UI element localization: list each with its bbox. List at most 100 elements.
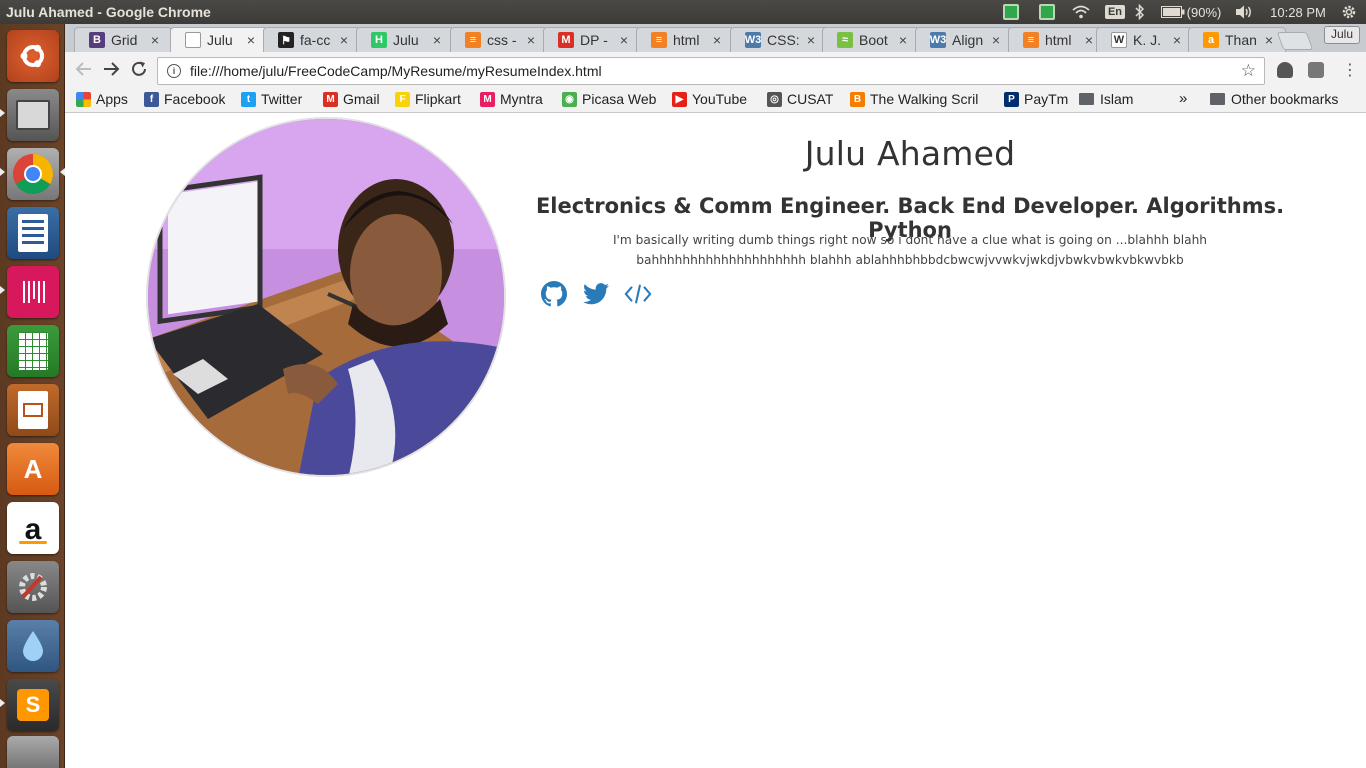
wifi-icon[interactable] [1070,0,1092,24]
tab[interactable]: a Than × [1188,27,1286,52]
bookmark-item[interactable]: F Flipkart [395,91,461,107]
tab[interactable]: ≡ css - × [450,27,548,52]
new-tab-button[interactable] [1276,32,1314,50]
close-tab-icon[interactable]: × [988,32,1004,48]
bookmark-label: YouTube [692,91,748,107]
address-bar[interactable]: i file:///home/julu/FreeCodeCamp/MyResum… [157,57,1265,85]
bookmark-star-icon[interactable]: ☆ [1241,61,1256,81]
impress-icon[interactable] [7,384,59,436]
tab-title: html [673,32,700,48]
keyboard-layout-indicator[interactable]: En [1104,0,1126,24]
close-tab-icon[interactable]: × [616,32,632,48]
github-icon[interactable] [540,280,568,308]
bluetooth-icon[interactable] [1132,0,1148,24]
tab[interactable]: ≡ html × [636,27,734,52]
tab[interactable]: ≈ Boot × [822,27,920,52]
extension-icon[interactable] [1277,62,1293,78]
clock[interactable]: 10:28 PM [1262,0,1334,24]
bookmark-item[interactable]: t Twitter [241,91,302,107]
volume-icon[interactable] [1234,0,1256,24]
tab-title: DP - [580,32,608,48]
twitter-icon[interactable] [582,280,610,308]
back-button[interactable] [75,60,93,83]
ubuntu-dash-icon[interactable] [7,30,59,82]
tab[interactable]: Julu × [170,27,268,52]
bookmark-item[interactable]: ◎ CUSAT [767,91,833,107]
close-tab-icon[interactable]: × [1081,32,1097,48]
bookmark-item[interactable]: M Myntra [480,91,543,107]
battery-indicator[interactable]: (90%) [1156,0,1226,24]
trash-icon[interactable] [7,736,59,768]
close-tab-icon[interactable]: × [709,32,725,48]
codeply-icon: ≈ [837,32,853,48]
blogger-icon: B [850,91,865,107]
close-tab-icon[interactable]: × [895,32,911,48]
tab[interactable]: ⚑ fa-cc × [263,27,361,52]
writer-icon[interactable] [7,207,59,259]
files-icon[interactable] [7,89,59,141]
w3schools-icon: W3 [744,32,762,48]
bookmark-item[interactable]: ◉ Picasa Web [562,91,656,107]
tab[interactable]: B Grid × [74,27,172,52]
tab-title: Julu [393,32,419,48]
tab[interactable]: W K. J. × [1096,27,1194,52]
drop-icon[interactable] [7,620,59,672]
battery-percent: (90%) [1186,4,1222,20]
bookmark-item[interactable]: P PayTm [1004,91,1068,107]
code-icon[interactable] [624,280,652,308]
close-tab-icon[interactable]: × [1261,32,1277,48]
amazon-icon[interactable]: a [7,502,59,554]
evernote-sync-indicator-icon[interactable] [1038,0,1056,24]
stackoverflow-icon: ≡ [465,32,481,48]
close-tab-icon[interactable]: × [803,32,819,48]
tab[interactable]: ≡ html × [1008,27,1106,52]
calc-icon[interactable] [7,325,59,377]
reload-button[interactable] [130,60,148,83]
bookmark-label: PayTm [1024,91,1069,107]
tab[interactable]: W3 Align × [915,27,1013,52]
extension-icon[interactable] [1308,62,1324,78]
close-tab-icon[interactable]: × [336,32,352,48]
bookmarks-overflow-button[interactable]: » [1179,90,1187,107]
close-tab-icon[interactable]: × [429,32,445,48]
bookmark-label: Islam [1100,91,1134,107]
tab[interactable]: W3 CSS: × [730,27,828,52]
bookmark-item[interactable]: Islam [1079,91,1133,107]
bookmark-item[interactable]: M Gmail [323,91,380,107]
tab-title: Julu [207,32,233,48]
bookmark-item[interactable]: ▶ YouTube [672,91,747,107]
bookmark-item[interactable]: B The Walking Scril [850,91,978,107]
address-url: file:///home/julu/FreeCodeCamp/MyResume/… [190,63,602,79]
bookmark-item[interactable]: Apps [76,91,128,107]
other-bookmarks-folder[interactable]: Other bookmarks [1210,91,1338,107]
picasa-icon: ◉ [562,91,577,107]
tab-title: Grid [111,32,138,48]
site-info-icon[interactable]: i [167,64,181,78]
sublime-text-icon[interactable]: S [7,679,59,731]
software-center-icon[interactable]: A [7,443,59,495]
tab[interactable]: H Julu × [356,27,454,52]
profile-photo [146,117,506,477]
chrome-icon[interactable] [7,148,59,200]
system-settings-icon[interactable] [7,561,59,613]
close-tab-icon[interactable]: × [147,32,163,48]
evernote-indicator-icon[interactable] [1002,0,1020,24]
session-gear-icon[interactable] [1338,0,1360,24]
close-tab-icon[interactable]: × [1169,32,1185,48]
forward-button[interactable] [102,60,120,83]
tab-title: CSS: [767,32,800,48]
bookmark-label: Gmail [343,91,380,107]
battery-icon [1160,6,1185,18]
twitter-icon: t [241,91,256,107]
bookmark-label: Twitter [261,91,303,107]
cusat-icon: ◎ [767,91,782,107]
tab-strip: B Grid × Julu × ⚑ fa-cc × H Julu × ≡ css - × M DP - × ≡ ht… [65,24,1366,52]
close-tab-icon[interactable]: × [523,32,539,48]
close-tab-icon[interactable]: × [243,32,259,48]
arrow-right-icon [104,62,120,76]
tab[interactable]: M DP - × [543,27,641,52]
bookmark-item[interactable]: f Facebook [144,91,225,107]
profile-button[interactable]: Julu [1323,26,1360,44]
gitkraken-icon[interactable] [7,266,59,318]
chrome-menu-icon[interactable]: ⋮ [1342,60,1358,80]
